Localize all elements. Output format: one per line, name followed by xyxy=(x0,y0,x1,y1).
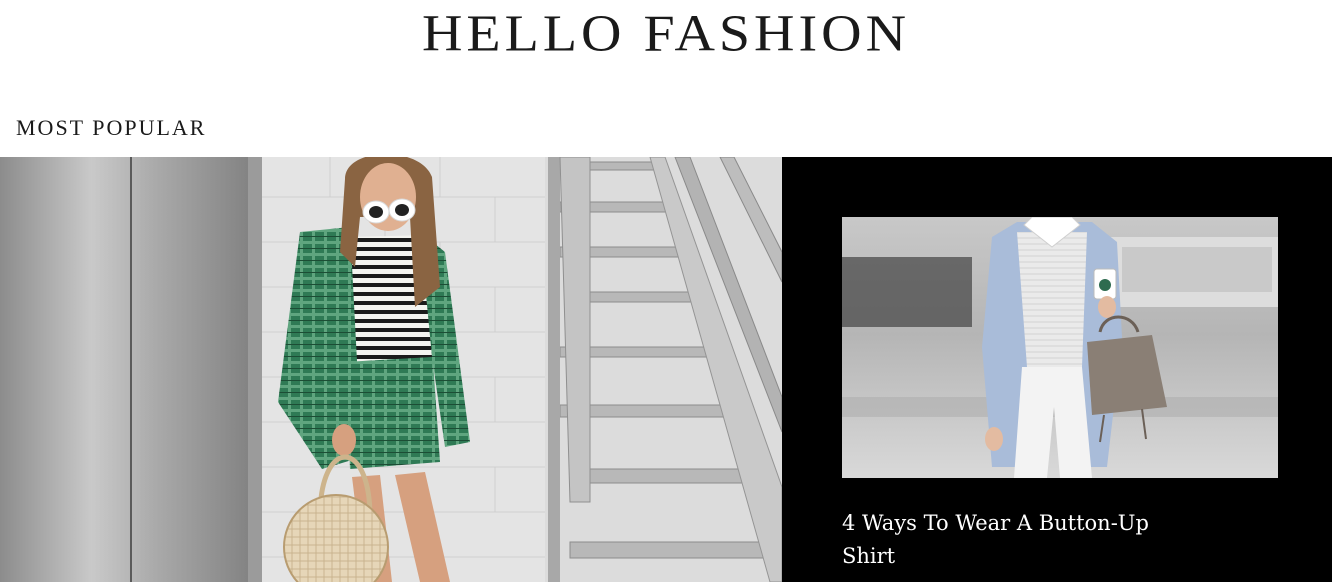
side-article-title[interactable]: 4 Ways To Wear A Button-Up Shirt xyxy=(842,507,1162,573)
site-title[interactable]: HELLO FASHION xyxy=(0,3,1332,66)
most-popular-heading: MOST POPULAR xyxy=(16,115,207,140)
side-article-thumbnail[interactable] xyxy=(842,217,1278,478)
featured-article-image[interactable] xyxy=(0,157,782,582)
side-article-card: 4 Ways To Wear A Button-Up Shirt xyxy=(782,157,1332,582)
most-popular-section: 4 Ways To Wear A Button-Up Shirt xyxy=(0,157,1332,582)
